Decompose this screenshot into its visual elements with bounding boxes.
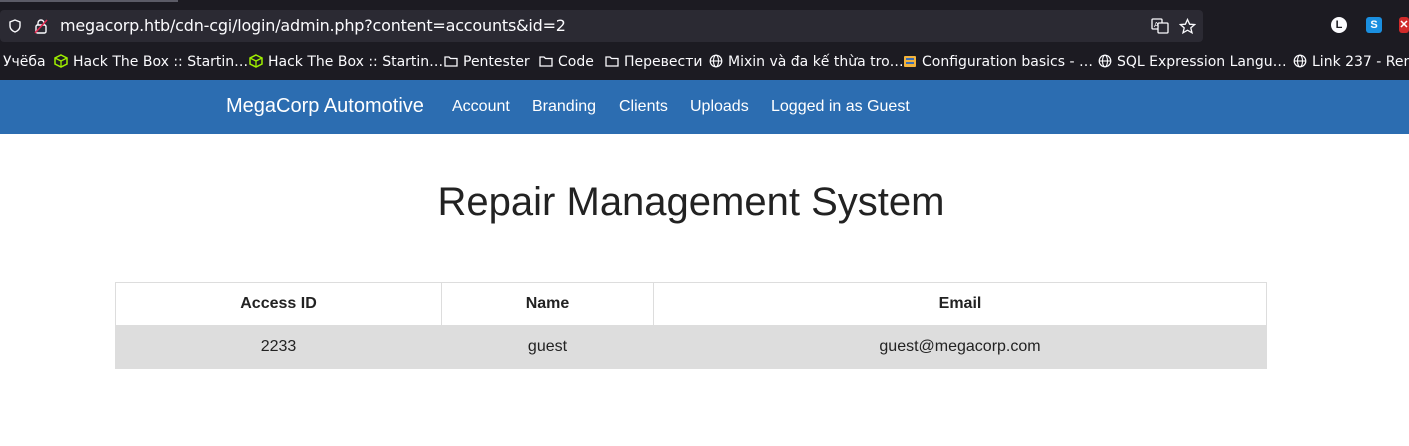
column-header-access-id: Access ID <box>115 282 442 326</box>
bookmark-item[interactable]: Hack The Box :: Startin… <box>249 52 443 80</box>
l-extension-icon[interactable]: L <box>1331 17 1347 33</box>
browser-toolbar: megacorp.htb/cdn-cgi/login/admin.php?con… <box>0 0 1409 52</box>
red-extension-icon[interactable]: ✕ <box>1399 17 1409 33</box>
bookmark-item[interactable]: Configuration basics - … <box>903 52 1093 80</box>
table-header-row: Access ID Name Email <box>115 282 1267 326</box>
nav-uploads-link[interactable]: Uploads <box>690 98 749 116</box>
bookmark-label: Hack The Box :: Startin… <box>268 54 444 70</box>
accounts-table: Access ID Name Email 2233 guest guest@me… <box>115 282 1267 369</box>
brand-link[interactable]: MegaCorp Automotive <box>226 95 424 118</box>
bookmark-label: Code <box>558 54 594 70</box>
tab-indicator <box>0 0 178 2</box>
bookmark-label: Перевести <box>624 54 703 70</box>
translate-icon[interactable]: A <box>1151 18 1169 36</box>
folder-icon <box>444 56 458 67</box>
address-bar[interactable]: megacorp.htb/cdn-cgi/login/admin.php?con… <box>0 10 1203 42</box>
htb-cube-icon <box>54 54 68 68</box>
shield-icon[interactable] <box>8 19 22 35</box>
nav-clients-link[interactable]: Clients <box>619 98 668 116</box>
globe-icon <box>709 54 723 68</box>
bookmark-label: Hack The Box :: Startin… <box>73 54 249 70</box>
svg-text:A: A <box>1154 21 1159 29</box>
bookmark-label: Link 237 - Rena <box>1312 54 1409 70</box>
bookmark-item[interactable]: Учёба <box>3 52 46 80</box>
bookmark-label: Configuration basics - … <box>922 54 1093 70</box>
bookmark-label: SQL Expression Langu… <box>1117 54 1287 70</box>
bookmark-item[interactable]: Hack The Box :: Startin… <box>54 52 248 80</box>
cell-name: guest <box>441 325 654 369</box>
nav-branding-link[interactable]: Branding <box>532 98 596 116</box>
url-text[interactable]: megacorp.htb/cdn-cgi/login/admin.php?con… <box>60 16 566 35</box>
bookmark-label: Mixin và đa kế thừa tro… <box>728 54 904 70</box>
bookmarks-toolbar: Учёба Hack The Box :: Startin… Hack The … <box>0 52 1409 80</box>
nav-logged-in-status[interactable]: Logged in as Guest <box>771 98 910 116</box>
lock-icon[interactable] <box>34 18 48 36</box>
cell-access-id: 2233 <box>115 325 442 369</box>
bookmark-folder-code[interactable]: Code <box>539 52 594 80</box>
table-row: 2233 guest guest@megacorp.com <box>115 325 1267 369</box>
nav-account-link[interactable]: Account <box>452 98 510 116</box>
column-header-email: Email <box>653 282 1267 326</box>
bookmark-star-icon[interactable] <box>1178 17 1197 37</box>
s-extension-icon[interactable]: S <box>1366 17 1382 33</box>
folder-icon <box>605 56 619 67</box>
bookmark-item[interactable]: Link 237 - Rena <box>1293 52 1409 80</box>
folder-icon <box>539 56 553 67</box>
globe-icon <box>1098 54 1112 68</box>
config-icon <box>904 56 916 67</box>
page-title: Repair Management System <box>437 180 945 224</box>
globe-icon <box>1293 54 1307 68</box>
bookmark-label: Pentester <box>463 54 530 70</box>
bookmark-label: Учёба <box>3 54 46 70</box>
site-navbar: MegaCorp Automotive Account Branding Cli… <box>0 80 1409 134</box>
bookmark-item[interactable]: SQL Expression Langu… <box>1098 52 1287 80</box>
cell-email: guest@megacorp.com <box>653 325 1267 369</box>
bookmark-folder-translate[interactable]: Перевести <box>605 52 702 80</box>
htb-cube-icon <box>249 54 263 68</box>
bookmark-folder-pentester[interactable]: Pentester <box>444 52 530 80</box>
bookmark-item[interactable]: Mixin và đa kế thừa tro… <box>709 52 904 80</box>
column-header-name: Name <box>441 282 654 326</box>
